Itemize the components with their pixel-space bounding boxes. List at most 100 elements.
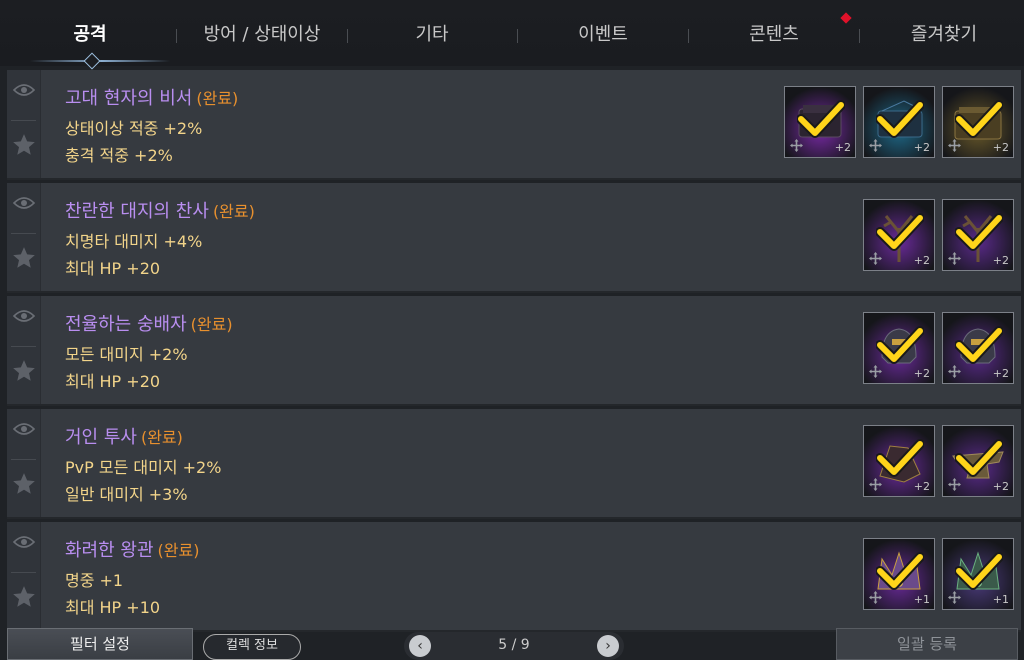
tab-label: 공격 — [73, 24, 107, 45]
checkmark-icon — [876, 552, 924, 590]
collection-list: 고대 현자의 비서 (완료) 상태이상 적중 +2% 충격 적중 +2% +2 +2 +2 찬… — [7, 70, 1021, 635]
pagination: ‹ 5 / 9 › — [404, 632, 624, 660]
collection-name: 전율하는 숭배자 — [65, 314, 187, 335]
tab-event[interactable]: 이벤트 — [518, 0, 688, 66]
collection-row[interactable]: 화려한 왕관 (완료) 명중 +1 최대 HP +10 +1 +1 — [7, 522, 1021, 632]
collection-title: 찬란한 대지의 찬사 (완료) — [65, 197, 255, 223]
prev-page-icon[interactable]: ‹ — [409, 635, 431, 657]
eye-icon[interactable] — [13, 195, 35, 211]
item-card[interactable]: +2 — [863, 425, 935, 497]
move-cross-icon — [948, 478, 961, 491]
item-level: +2 — [913, 254, 930, 267]
item-card[interactable]: +2 — [863, 86, 935, 158]
side-divider — [11, 120, 36, 121]
tab-label: 방어 / 상태이상 — [203, 24, 321, 45]
checkmark-icon — [876, 213, 924, 251]
category-tab-bar: 공격 방어 / 상태이상 기타 이벤트 콘텐츠 즐겨찾기 — [0, 0, 1024, 70]
eye-icon[interactable] — [13, 421, 35, 437]
item-card[interactable]: +2 — [942, 86, 1014, 158]
tab-etc[interactable]: 기타 — [347, 0, 517, 66]
collection-title: 화려한 왕관 (완료) — [65, 536, 199, 562]
side-divider — [11, 346, 36, 347]
item-card[interactable]: +1 — [942, 538, 1014, 610]
item-level: +1 — [992, 593, 1009, 606]
checkmark-icon — [955, 100, 1003, 138]
favorite-star-icon[interactable] — [11, 584, 37, 610]
item-card[interactable]: +1 — [863, 538, 935, 610]
item-card[interactable]: +2 — [863, 312, 935, 384]
eye-icon[interactable] — [13, 82, 35, 98]
side-divider — [11, 572, 36, 573]
item-card[interactable]: +2 — [863, 199, 935, 271]
item-card[interactable]: +2 — [942, 312, 1014, 384]
completed-status: (완료) — [190, 315, 233, 334]
checkmark-icon — [876, 439, 924, 477]
tab-label: 콘텐츠 — [749, 24, 799, 45]
collection-title: 거인 투사 (완료) — [65, 423, 183, 449]
checkmark-icon — [955, 326, 1003, 364]
stat-bonus: 명중 +1 — [65, 571, 124, 590]
tab-label: 즐겨찾기 — [910, 24, 978, 45]
move-cross-icon — [790, 139, 803, 152]
row-side-controls — [7, 70, 41, 178]
side-divider — [11, 459, 36, 460]
completed-status: (완료) — [140, 428, 183, 447]
favorite-star-icon[interactable] — [11, 132, 37, 158]
item-level: +2 — [992, 254, 1009, 267]
item-level: +2 — [992, 480, 1009, 493]
item-level: +2 — [992, 367, 1009, 380]
collection-title: 고대 현자의 비서 (완료) — [65, 84, 238, 110]
favorite-star-icon[interactable] — [11, 358, 37, 384]
item-level: +2 — [834, 141, 851, 154]
collection-name: 고대 현자의 비서 — [65, 88, 193, 109]
page-indicator: 5 / 9 — [498, 637, 530, 653]
item-card[interactable]: +2 — [784, 86, 856, 158]
move-cross-icon — [948, 365, 961, 378]
collection-row[interactable]: 거인 투사 (완료) PvP 모든 대미지 +2% 일반 대미지 +3% +2 +2 — [7, 409, 1021, 519]
collection-name: 찬란한 대지의 찬사 — [65, 201, 209, 222]
item-level: +2 — [913, 480, 930, 493]
move-cross-icon — [948, 139, 961, 152]
bottom-toolbar: 필터 설정 컬렉 정보 ‹ 5 / 9 › 일괄 등록 — [0, 620, 1024, 660]
stat-bonus: 일반 대미지 +3% — [65, 485, 188, 504]
collection-name: 거인 투사 — [65, 427, 137, 448]
item-level: +2 — [913, 141, 930, 154]
stat-bonus: 치명타 대미지 +4% — [65, 232, 203, 251]
favorite-star-icon[interactable] — [11, 245, 37, 271]
completed-status: (완료) — [212, 202, 255, 221]
side-divider — [11, 233, 36, 234]
item-card[interactable]: +2 — [942, 199, 1014, 271]
collection-row[interactable]: 찬란한 대지의 찬사 (완료) 치명타 대미지 +4% 최대 HP +20 +2 +2 — [7, 183, 1021, 293]
collection-row[interactable]: 전율하는 숭배자 (완료) 모든 대미지 +2% 최대 HP +20 +2 +2 — [7, 296, 1021, 406]
tab-favorites[interactable]: 즐겨찾기 — [859, 0, 1024, 66]
item-card[interactable]: +2 — [942, 425, 1014, 497]
favorite-star-icon[interactable] — [11, 471, 37, 497]
eye-icon[interactable] — [13, 534, 35, 550]
collection-info-button[interactable]: 컬렉 정보 — [203, 634, 301, 660]
collection-name: 화려한 왕관 — [65, 540, 154, 561]
checkmark-icon — [876, 100, 924, 138]
checkmark-icon — [955, 439, 1003, 477]
tab-defense-status[interactable]: 방어 / 상태이상 — [177, 0, 347, 66]
item-card-group: +2 +2 — [863, 199, 1014, 271]
tab-label: 이벤트 — [578, 24, 628, 45]
checkmark-icon — [797, 100, 845, 138]
batch-register-button[interactable]: 일괄 등록 — [836, 628, 1018, 660]
item-card-group: +2 +2 — [863, 425, 1014, 497]
row-side-controls — [7, 296, 41, 404]
eye-icon[interactable] — [13, 308, 35, 324]
next-page-icon[interactable]: › — [597, 635, 619, 657]
item-level: +2 — [913, 367, 930, 380]
checkmark-icon — [876, 326, 924, 364]
move-cross-icon — [869, 252, 882, 265]
item-level: +1 — [913, 593, 930, 606]
checkmark-icon — [955, 552, 1003, 590]
filter-settings-button[interactable]: 필터 설정 — [7, 628, 193, 660]
tab-content[interactable]: 콘텐츠 — [689, 0, 859, 66]
move-cross-icon — [869, 139, 882, 152]
checkmark-icon — [955, 213, 1003, 251]
move-cross-icon — [948, 252, 961, 265]
stat-bonus: 최대 HP +20 — [65, 259, 161, 278]
stat-bonus: 충격 적중 +2% — [65, 146, 173, 165]
collection-row[interactable]: 고대 현자의 비서 (완료) 상태이상 적중 +2% 충격 적중 +2% +2 +2 +2 — [7, 70, 1021, 180]
